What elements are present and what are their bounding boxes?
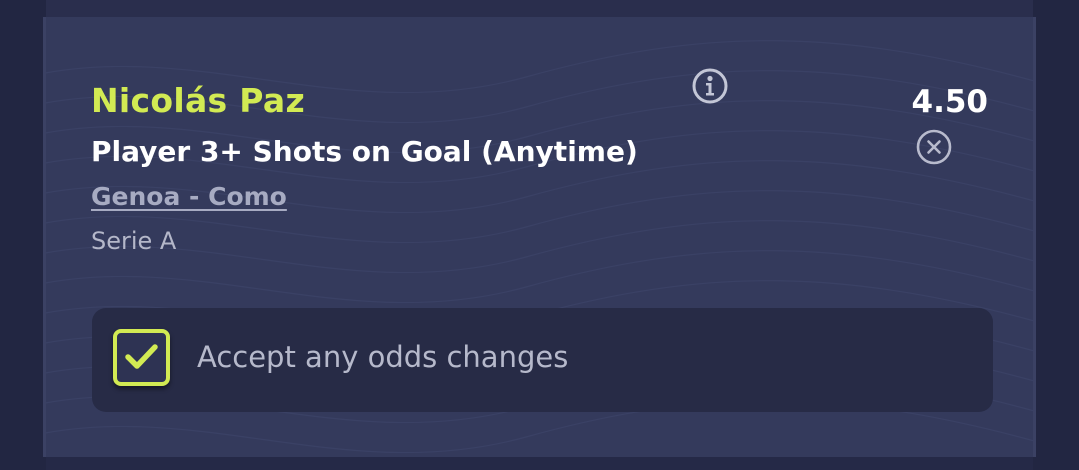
league-name: Serie A [91,227,177,255]
previous-card-edge [46,0,1033,17]
info-circle-icon[interactable] [692,68,728,104]
match-link[interactable]: Genoa - Como [91,182,287,211]
odds-value: 4.50 [911,84,989,120]
accept-odds-label[interactable]: Accept any odds changes [197,340,568,374]
market-name: Player 3+ Shots on Goal (Anytime) [91,135,638,168]
next-card-edge [46,457,1033,470]
checkmark-icon [125,344,158,369]
betslip-page: Nicolás Paz Player 3+ Shots on Goal (Any… [0,0,1079,470]
accept-odds-checkbox[interactable] [113,329,170,386]
player-name: Nicolás Paz [91,81,305,120]
accept-odds-changes-row[interactable]: Accept any odds changes [92,308,993,412]
selection-card: Nicolás Paz Player 3+ Shots on Goal (Any… [43,17,1036,457]
close-circle-icon[interactable] [916,129,952,165]
